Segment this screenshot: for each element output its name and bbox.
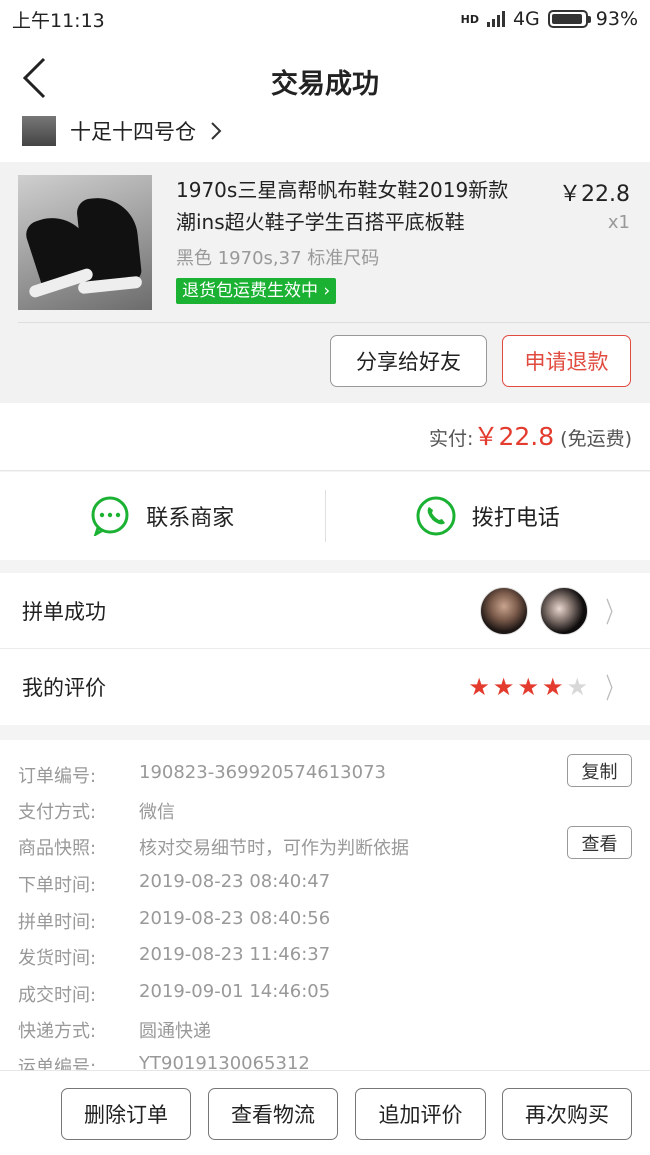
copy-button[interactable]: 复制 [567, 754, 632, 787]
avatar [479, 586, 528, 635]
star-empty-icon: ★ [566, 673, 588, 701]
phone-icon [416, 496, 456, 536]
rating-stars: ★ ★ ★ ★ ★ [468, 675, 588, 699]
header: 交易成功 十足十四号仓 [0, 38, 650, 162]
payment-summary: 实付:￥22.8 (免运费) [0, 403, 650, 471]
chevron-right-icon: 〉 [605, 672, 623, 705]
divider [18, 322, 650, 323]
view-logistics-button[interactable]: 查看物流 [208, 1088, 338, 1140]
shop-link[interactable]: 十足十四号仓 [22, 116, 222, 146]
paid-amount: 22.8 [498, 422, 555, 451]
contact-merchant-button[interactable]: 联系商家 [0, 472, 325, 560]
star-filled-icon: ★ [541, 673, 564, 701]
hd-indicator: HD [460, 12, 479, 26]
network-type: 4G [512, 8, 540, 30]
express-row: 快递方式: 圆通快递 [18, 1021, 211, 1042]
group-success-row[interactable]: 拼单成功 〉 [0, 573, 650, 649]
order-number-row: 订单编号: 190823-369920574613073 [18, 762, 386, 787]
product-spec: 黑色 1970s,37 标准尺码 [176, 248, 380, 269]
product-image[interactable] [18, 175, 152, 310]
share-button[interactable]: 分享给好友 [330, 335, 487, 387]
paid-label: 实付: [429, 428, 474, 450]
star-filled-icon: ★ [492, 673, 515, 701]
shop-name: 十足十四号仓 [70, 120, 196, 144]
product-card[interactable]: 1970s三星高帮帆布鞋女鞋2019新款 潮ins超火鞋子学生百搭平底板鞋 ￥2… [0, 162, 650, 403]
status-bar: 上午11:13 HD 4G 93% [0, 0, 650, 38]
waybill-row: 运单编号: YT9019130065312 [18, 1053, 310, 1070]
contact-bar: 联系商家 拨打电话 [0, 472, 650, 560]
signal-icon [486, 11, 505, 27]
order-time-row: 下单时间: 2019-08-23 08:40:47 [18, 871, 331, 896]
paid-currency: ￥ [473, 422, 499, 451]
pay-method-row: 支付方式: 微信 [18, 802, 175, 823]
chevron-right-icon: 〉 [605, 595, 623, 629]
page-title: 交易成功 [271, 69, 379, 100]
product-title: 1970s三星高帮帆布鞋女鞋2019新款 潮ins超火鞋子学生百搭平底板鞋 [176, 178, 509, 234]
battery-icon [547, 10, 591, 28]
star-filled-icon: ★ [517, 673, 539, 701]
my-review-row[interactable]: 我的评价 ★ ★ ★ ★ ★ 〉 [0, 649, 650, 725]
return-shipping-tag[interactable]: 退货包运费生效中 › [176, 278, 337, 304]
order-info: 订单编号: 190823-369920574613073 复制 支付方式: 微信 商… [0, 740, 650, 1070]
rebuy-button[interactable]: 再次购买 [502, 1088, 632, 1140]
ship-time-row: 发货时间: 2019-08-23 11:46:37 [18, 944, 331, 969]
chat-icon [91, 496, 129, 536]
status-time: 上午11:13 [12, 9, 105, 32]
view-snapshot-button[interactable]: 查看 [567, 826, 632, 859]
deal-time-row: 成交时间: 2019-09-01 14:46:05 [18, 981, 331, 1006]
refund-button[interactable]: 申请退款 [502, 335, 631, 387]
delete-order-button[interactable]: 删除订单 [61, 1088, 191, 1140]
order-number: 190823-369920574613073 [139, 762, 386, 783]
call-button[interactable]: 拨打电话 [326, 472, 650, 560]
snapshot-row: 商品快照: 核对交易细节时，可作为判断依据 [18, 838, 409, 859]
chevron-right-icon [211, 122, 222, 140]
group-time-row: 拼单时间: 2019-08-23 08:40:56 [18, 908, 331, 933]
add-review-button[interactable]: 追加评价 [355, 1088, 486, 1140]
shipping-note: (免运费) [560, 428, 632, 450]
battery-percent: 93% [595, 8, 638, 30]
star-filled-icon: ★ [468, 673, 490, 701]
product-quantity: x1 [607, 212, 630, 233]
shop-logo [22, 116, 56, 146]
status-rows: 拼单成功 〉 我的评价 ★ ★ ★ ★ ★ 〉 [0, 573, 650, 725]
product-price: ￥22.8 [559, 182, 630, 207]
bottom-action-bar: 删除订单 查看物流 追加评价 再次购买 [0, 1070, 650, 1155]
avatar [539, 586, 588, 635]
